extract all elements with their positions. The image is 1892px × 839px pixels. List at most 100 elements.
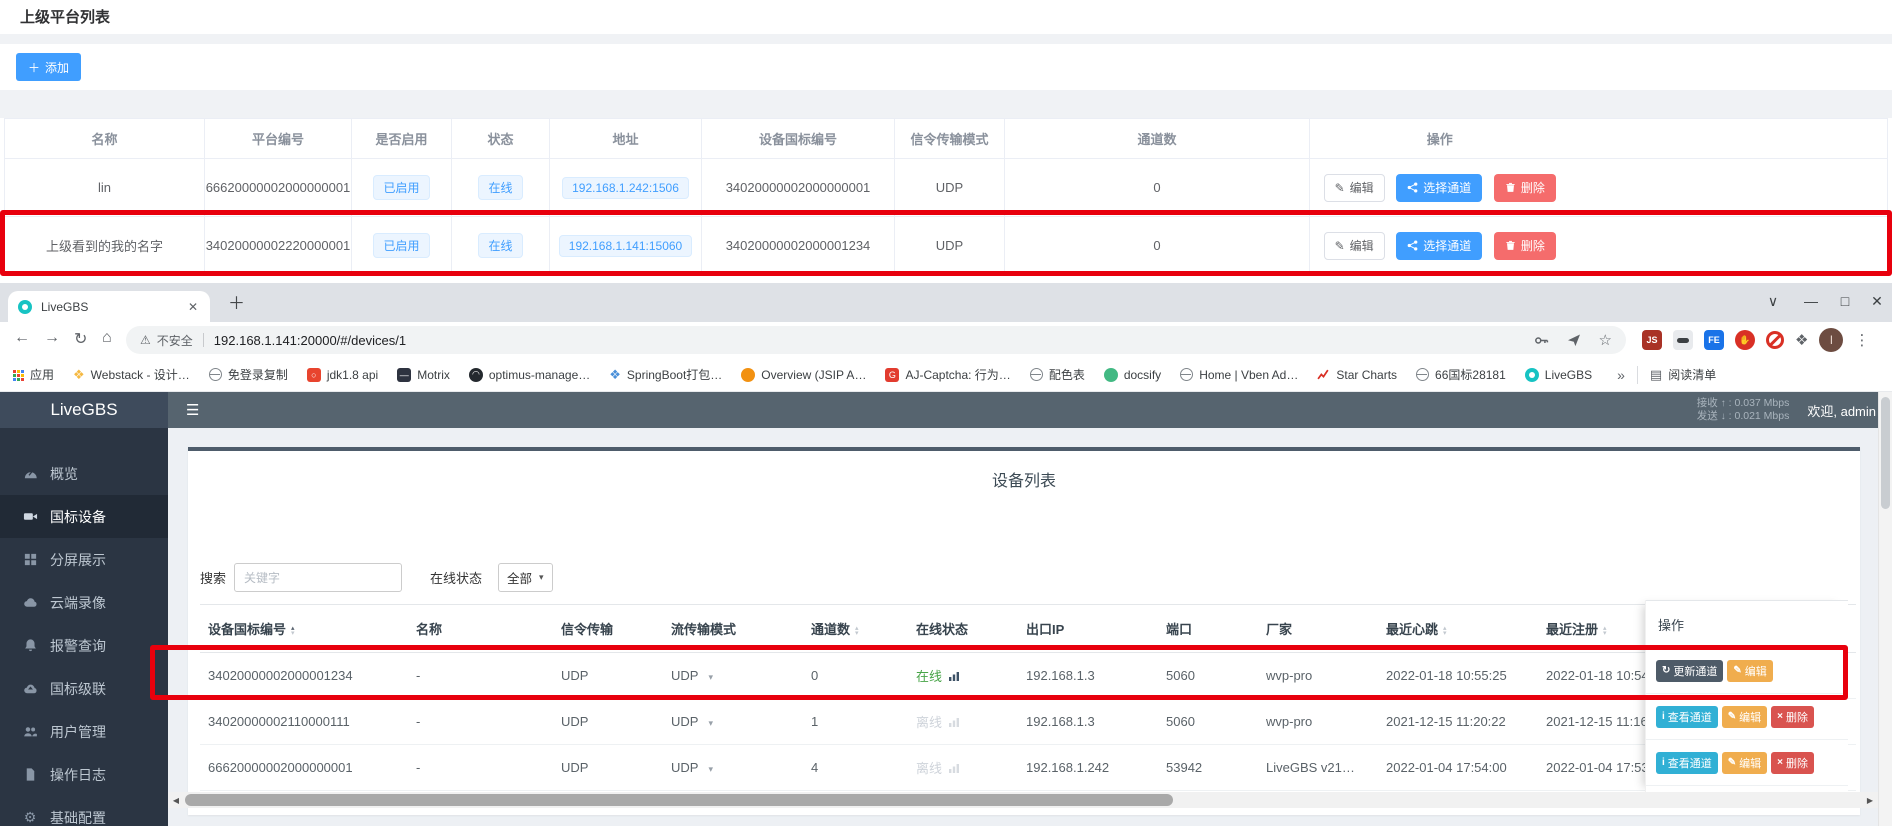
gear-icon: ⚙: [22, 810, 38, 826]
bookmark-overview-jsip[interactable]: Overview (JSIP A…: [741, 368, 866, 382]
adblock-hand-icon[interactable]: ✋: [1735, 330, 1755, 350]
browser-menu-icon[interactable]: ⋮: [1854, 331, 1869, 349]
col-last-heartbeat[interactable]: 最近心跳▴▾: [1378, 605, 1538, 653]
edit-button[interactable]: ✎编辑: [1727, 660, 1772, 682]
app-logo[interactable]: LiveGBS: [0, 392, 168, 428]
password-key-icon[interactable]: [1534, 333, 1549, 348]
cell-stream[interactable]: UDP▾: [663, 653, 803, 699]
new-tab-button[interactable]: ＋: [228, 295, 245, 312]
bookmark-star-charts[interactable]: Star Charts: [1317, 368, 1397, 382]
refresh-channels-button[interactable]: ↻更新通道: [1656, 660, 1723, 682]
bookmark-vben-admin[interactable]: Home | Vben Ad…: [1180, 368, 1298, 382]
scroll-right-icon[interactable]: ▶: [1862, 792, 1878, 808]
sidebar-item-overview[interactable]: 概览: [0, 452, 168, 495]
select-channel-button[interactable]: 选择通道: [1396, 232, 1482, 260]
sidebar-item-gb-cascade[interactable]: 国标级联: [0, 667, 168, 710]
cell-gb-id: 34020000002000001234: [200, 653, 408, 699]
horizontal-scrollbar-thumb[interactable]: [185, 794, 1173, 806]
col-stream-mode: 流传输模式: [663, 605, 803, 653]
not-secure-warning-icon[interactable]: ⚠: [140, 333, 151, 347]
bookmark-springboot[interactable]: ❖SpringBoot打包…: [609, 366, 722, 383]
bookmark-webstack[interactable]: ❖Webstack - 设计…: [73, 366, 190, 383]
fe-extension-icon[interactable]: FE: [1704, 330, 1724, 350]
cell-stream[interactable]: UDP▾: [663, 699, 803, 745]
scroll-left-icon[interactable]: ◀: [168, 792, 184, 808]
reload-icon[interactable]: ↻: [74, 329, 87, 349]
horizontal-scrollbar[interactable]: ◀ ▶: [168, 792, 1878, 808]
url-text[interactable]: 192.168.1.141:20000/#/devices/1: [214, 333, 406, 348]
delete-button[interactable]: 删除: [1494, 232, 1556, 260]
delete-button[interactable]: ×删除: [1771, 752, 1814, 774]
not-secure-label[interactable]: 不安全: [157, 332, 193, 349]
hamburger-menu-icon[interactable]: ☰: [186, 401, 199, 419]
chevron-down-icon: ▾: [539, 572, 544, 583]
search-input[interactable]: [234, 563, 402, 592]
device-row-highlighted: 34020000002000001234 - UDP UDP▾ 0 在线 192…: [200, 653, 1856, 699]
address-bar[interactable]: ⚠ 不安全 192.168.1.141:20000/#/devices/1 ☆: [126, 326, 1626, 354]
edit-button[interactable]: ✎ 编辑: [1324, 232, 1385, 260]
online-status-select[interactable]: 全部 ▾: [498, 563, 553, 592]
window-maximize-button[interactable]: □: [1834, 293, 1856, 309]
edit-button[interactable]: ✎编辑: [1722, 706, 1767, 728]
col-device-gb-id[interactable]: 设备国标编号▴▾: [200, 605, 408, 653]
bookmark-optimus-manage[interactable]: ◠optimus-manage…: [469, 368, 590, 382]
bookmark-jdk-api[interactable]: ○jdk1.8 api: [307, 368, 378, 382]
bookmark-motrix[interactable]: —Motrix: [397, 368, 450, 382]
bookmark-gb28181[interactable]: 66国标28181: [1416, 366, 1506, 383]
sidebar-item-alarm-query[interactable]: 报警查询: [0, 624, 168, 667]
cell-ip: 192.168.1.242: [1018, 745, 1158, 791]
bookmark-copy-free[interactable]: 免登录复制: [209, 366, 288, 383]
sidebar-item-operation-log[interactable]: 操作日志: [0, 753, 168, 796]
send-to-device-icon[interactable]: [1567, 333, 1581, 347]
window-minimize-button[interactable]: —: [1800, 293, 1822, 309]
delete-button[interactable]: 删除: [1494, 174, 1556, 202]
tab-close-icon[interactable]: ✕: [186, 300, 200, 314]
edit-button[interactable]: ✎ 编辑: [1324, 174, 1385, 202]
chevron-down-icon: ▾: [708, 718, 713, 728]
forward-icon[interactable]: →: [44, 329, 60, 347]
file-icon: [22, 767, 38, 783]
layers-icon: ❖: [73, 367, 85, 383]
browser-tab[interactable]: LiveGBS ✕: [8, 291, 210, 322]
bookmark-aj-captcha[interactable]: GAJ-Captcha: 行为…: [885, 366, 1010, 383]
puzzle-extensions-icon[interactable]: ❖: [1795, 331, 1808, 349]
delete-button[interactable]: ×删除: [1771, 706, 1814, 728]
vertical-scrollbar[interactable]: [1878, 392, 1892, 826]
cell-stream[interactable]: UDP▾: [663, 745, 803, 791]
sidebar-item-user-management[interactable]: 用户管理: [0, 710, 168, 753]
bookmarks-overflow-icon[interactable]: »: [1617, 367, 1625, 383]
edit-button[interactable]: ✎编辑: [1722, 752, 1767, 774]
sidebar-item-cloud-record[interactable]: 云端录像: [0, 581, 168, 624]
bookmark-apps[interactable]: 应用: [12, 366, 54, 383]
bookmark-livegbs[interactable]: LiveGBS: [1525, 368, 1592, 382]
welcome-user-menu[interactable]: 欢迎, admin: [1807, 401, 1876, 420]
window-close-button[interactable]: ✕: [1866, 293, 1888, 310]
add-platform-button[interactable]: ＋ 添加: [16, 53, 81, 81]
sidebar-item-gb-devices[interactable]: 国标设备: [0, 495, 168, 538]
bandwidth-chart-icon[interactable]: [948, 670, 960, 682]
view-channels-button[interactable]: i查看通道: [1656, 706, 1718, 728]
sidebar-item-basic-config[interactable]: ⚙ 基础配置: [0, 796, 168, 839]
sidebar-item-split-screen[interactable]: 分屏展示: [0, 538, 168, 581]
blocker-extension-icon[interactable]: [1766, 331, 1784, 349]
view-channels-button[interactable]: i查看通道: [1656, 752, 1718, 774]
bookmark-star-icon[interactable]: ☆: [1599, 331, 1612, 349]
superior-platform-section: 上级平台列表 ＋ 添加 名称 平台编号 是否启用 状态 地址 设备国标编号: [0, 0, 1892, 283]
select-channel-button[interactable]: 选择通道: [1396, 174, 1482, 202]
pencil-icon: ✎: [1728, 711, 1736, 722]
col-port[interactable]: 端口: [1158, 605, 1258, 653]
js-extension-icon[interactable]: JS: [1642, 330, 1662, 350]
col-channels[interactable]: 通道数▴▾: [803, 605, 908, 653]
bookmark-color-table[interactable]: 配色表: [1030, 366, 1085, 383]
cell-port: 5060: [1158, 699, 1258, 745]
reading-list-button[interactable]: ▤阅读清单: [1650, 366, 1716, 383]
incognito-extension-icon[interactable]: [1673, 330, 1693, 350]
cell-channels: 0: [1005, 217, 1310, 275]
tab-search-chevron-icon[interactable]: ∨: [1762, 293, 1784, 310]
vertical-scrollbar-thumb[interactable]: [1881, 397, 1890, 509]
home-icon[interactable]: ⌂: [102, 329, 112, 347]
back-icon[interactable]: ←: [14, 329, 30, 347]
profile-avatar[interactable]: I: [1819, 328, 1843, 352]
cell-device-gb-id: 34020000002000001234: [702, 217, 895, 275]
bookmark-docsify[interactable]: docsify: [1104, 368, 1161, 382]
